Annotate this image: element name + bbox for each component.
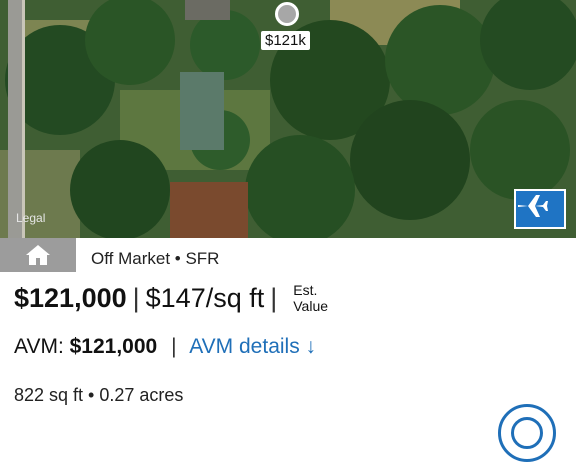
price-separator: | xyxy=(132,283,140,313)
avm-row: AVM: $121,000 | AVM details ↓ xyxy=(14,331,316,363)
listing-status: Off Market • SFR xyxy=(91,249,220,268)
avm-separator: | xyxy=(171,335,177,358)
price-separator-2: | xyxy=(270,283,278,313)
listing-price: $121,000 xyxy=(14,283,127,313)
valuation-fab-button[interactable] xyxy=(498,404,556,462)
pin-price-label[interactable]: $121k xyxy=(261,31,310,50)
property-facts: 822 sq ft • 0.27 acres xyxy=(14,385,184,405)
avm-label: AVM: xyxy=(14,335,70,358)
dollar-icon xyxy=(511,417,543,449)
property-pin[interactable] xyxy=(275,2,299,26)
house-icon xyxy=(26,245,50,265)
home-tab[interactable] xyxy=(0,238,76,272)
price-row: $121,000 | $147/sq ft | Est. Value xyxy=(14,282,328,314)
avm-details-link[interactable]: AVM details ↓ xyxy=(189,335,316,358)
satellite-toggle-button[interactable] xyxy=(514,189,566,229)
est-value-label: Est. Value xyxy=(293,282,329,314)
legal-link[interactable]: Legal xyxy=(16,211,45,225)
satellite-map[interactable]: $121k Legal xyxy=(0,0,576,238)
avm-value: $121,000 xyxy=(69,335,158,358)
price-per-sqft: $147/sq ft xyxy=(145,283,265,313)
airplane-icon xyxy=(518,195,548,217)
